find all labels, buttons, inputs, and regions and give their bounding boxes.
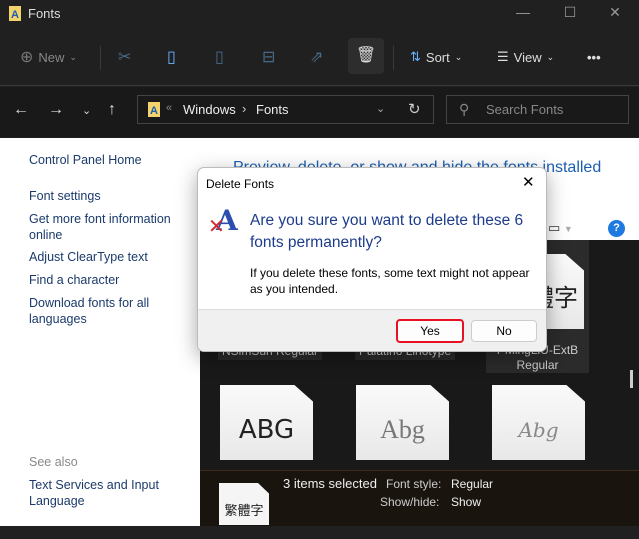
sidebar-item-text-services[interactable]: Text Services and Input Language xyxy=(29,477,189,509)
sort-icon: ⇅ xyxy=(410,49,421,64)
font-preview-tile[interactable]: Abg xyxy=(356,385,449,460)
sidebar-item-download-fonts[interactable]: Download fonts for all languages xyxy=(29,295,189,327)
command-bar: ⊕ New ⌄ ✂ ▯ ▯ ⊟ ⇗ 🗑 ⇅ Sort ⌄ ☰ View ⌄ ••• xyxy=(0,28,639,86)
cut-button[interactable]: ✂ xyxy=(118,43,131,71)
rename-icon: ⊟ xyxy=(262,49,276,66)
sidebar-item-font-settings[interactable]: Font settings xyxy=(29,188,189,204)
sidebar-item-find-character[interactable]: Find a character xyxy=(29,272,189,288)
sort-button[interactable]: ⇅ Sort ⌄ xyxy=(410,43,462,71)
paste-icon: ▯ xyxy=(215,49,224,66)
refresh-icon[interactable]: ↻ xyxy=(408,100,421,118)
back-button[interactable]: ← xyxy=(13,101,29,119)
sidebar-item-font-info-online[interactable]: Get more font information online xyxy=(29,211,189,243)
maximize-button[interactable]: ☐ xyxy=(555,4,585,24)
see-also-heading: See also xyxy=(29,455,78,469)
divider xyxy=(100,46,101,70)
address-bar[interactable]: A « Windows › Fonts ⌄ ↻ xyxy=(137,95,434,124)
address-dropdown-icon[interactable]: ⌄ xyxy=(376,102,385,115)
dialog-info: If you delete these fonts, some text mig… xyxy=(250,266,530,296)
sort-label: Sort xyxy=(425,49,450,65)
scrollbar-thumb[interactable] xyxy=(630,370,633,388)
breadcrumb-windows[interactable]: Windows xyxy=(183,102,236,117)
recent-locations-button[interactable]: ⌄ xyxy=(82,104,91,117)
trash-icon: 🗑 xyxy=(355,47,377,64)
up-button[interactable]: ↑ xyxy=(108,101,116,119)
view-icon: ☰ xyxy=(497,49,509,64)
selection-count: 3 items selected xyxy=(283,476,377,491)
dialog-question: Are you sure you want to delete these 6 … xyxy=(250,212,524,251)
search-input[interactable]: ⚲ Search Fonts xyxy=(446,95,629,124)
plus-circle-icon: ⊕ xyxy=(20,49,34,66)
sidebar-control-panel-home[interactable]: Control Panel Home xyxy=(29,152,189,168)
details-pane: 繁體字 3 items selected Font style: Regular… xyxy=(200,470,639,526)
view-label: View xyxy=(513,49,542,65)
search-icon: ⚲ xyxy=(459,101,470,117)
new-label: New xyxy=(38,49,65,65)
sidebar: Control Panel Home Font settings Get mor… xyxy=(0,138,200,526)
font-preview-tile[interactable]: ABG xyxy=(220,385,313,460)
delete-fonts-dialog: Delete Fonts ✕ A ✕ Are you sure you want… xyxy=(197,167,547,352)
font-style-value: Regular xyxy=(451,477,494,491)
search-placeholder: Search Fonts xyxy=(486,102,564,117)
font-style-label: Font style: xyxy=(386,477,442,491)
new-button[interactable]: ⊕ New ⌄ xyxy=(20,43,77,71)
details-preview-thumbnail: 繁體字 xyxy=(219,483,269,525)
dialog-title: Delete Fonts xyxy=(206,177,275,191)
share-icon: ⇗ xyxy=(310,49,324,66)
close-window-button[interactable]: ✕ xyxy=(600,4,630,24)
share-button[interactable]: ⇗ xyxy=(310,43,323,71)
no-button[interactable]: No xyxy=(471,320,537,342)
fonts-app-icon: A xyxy=(9,6,21,21)
overflow-chevrons[interactable]: « xyxy=(166,102,172,114)
yes-button[interactable]: Yes xyxy=(396,319,464,343)
show-hide-value: Show xyxy=(451,495,482,509)
more-options-button[interactable]: ••• xyxy=(587,43,601,71)
font-preview-tile[interactable]: Abg xyxy=(492,385,585,460)
sidebar-item-cleartype[interactable]: Adjust ClearType text xyxy=(29,249,189,265)
view-button[interactable]: ☰ View ⌄ xyxy=(497,43,554,71)
show-hide-label: Show/hide: xyxy=(380,495,440,509)
help-icon[interactable]: ? xyxy=(608,220,625,237)
title-bar: A Fonts — ☐ ✕ xyxy=(0,0,639,28)
copy-button[interactable]: ▯ xyxy=(167,43,176,71)
dialog-close-button[interactable]: ✕ xyxy=(522,173,535,191)
view-mode-icon[interactable]: ▭ ▼ xyxy=(548,220,573,236)
divider xyxy=(393,46,394,70)
minimize-button[interactable]: — xyxy=(508,4,538,24)
breadcrumb-separator: › xyxy=(242,101,247,116)
scissors-icon: ✂ xyxy=(118,49,132,66)
paste-button[interactable]: ▯ xyxy=(215,43,224,71)
delete-button[interactable]: 🗑 xyxy=(348,38,384,74)
window-title: Fonts xyxy=(28,6,61,21)
forward-button[interactable]: → xyxy=(48,101,64,119)
delete-font-icon: A ✕ xyxy=(208,204,238,238)
copy-icon: ▯ xyxy=(167,49,176,66)
rename-button[interactable]: ⊟ xyxy=(262,43,275,71)
breadcrumb-fonts[interactable]: Fonts xyxy=(256,102,289,117)
fonts-folder-icon: A xyxy=(148,102,160,117)
